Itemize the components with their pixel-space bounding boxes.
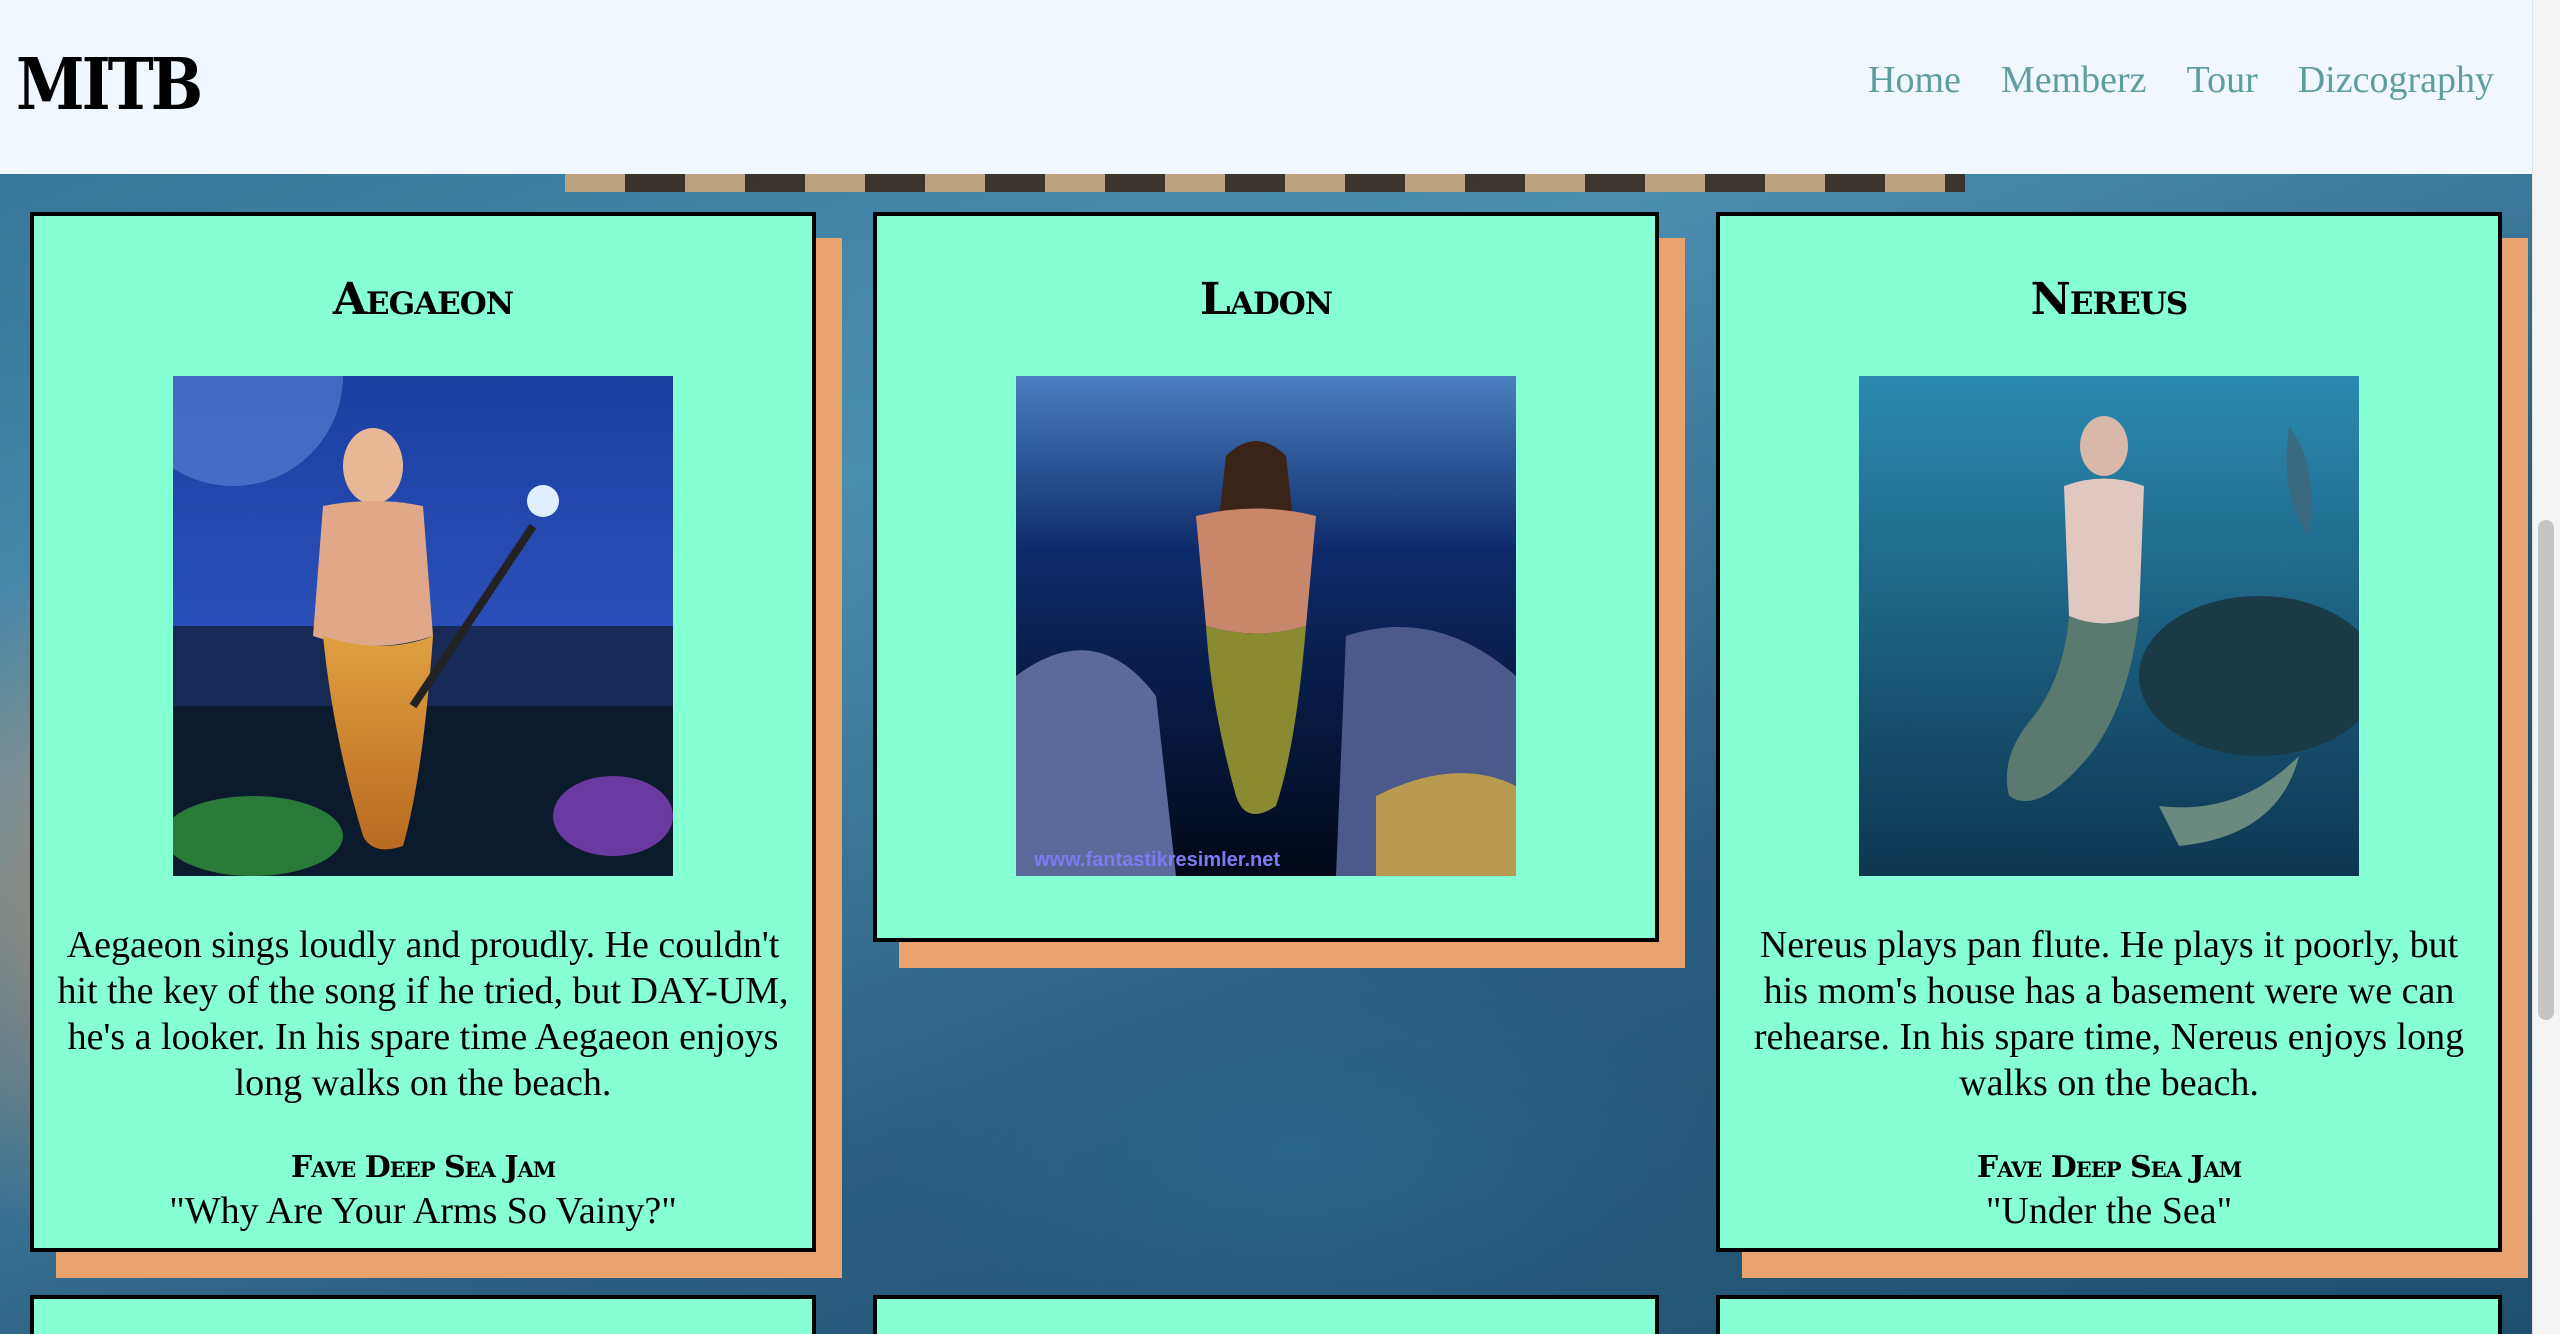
member-photo [1859, 376, 2359, 876]
fave-jam-label: Fave Deep Sea Jam [290, 1150, 556, 1185]
member-card-ladon: Ladon www.fantastikresimler.net [873, 212, 1659, 942]
member-card-partial [1716, 1295, 2502, 1334]
member-card-partial [30, 1295, 816, 1334]
member-name: Ladon [1199, 274, 1333, 325]
member-name: Aegaeon [332, 274, 514, 325]
scrollbar-thumb[interactable] [2538, 520, 2554, 1020]
image-watermark: www.fantastikresimler.net [1034, 849, 1281, 871]
nav-dizcography[interactable]: Dizcography [2298, 58, 2494, 102]
fave-jam-title: "Why Are Your Arms So Vainy?" [169, 1190, 677, 1232]
background-decoration [565, 172, 1965, 192]
site-logo[interactable]: MITB [16, 43, 203, 127]
nav-tour[interactable]: Tour [2187, 58, 2258, 102]
member-card-partial [873, 1295, 1659, 1334]
member-bio: Aegaeon sings loudly and proudly. He cou… [57, 924, 789, 1104]
main-nav: Home Memberz Tour Dizcography [1868, 58, 2494, 102]
member-card-nereus: Nereus Nereus plays pan flute. He plays … [1716, 212, 2502, 1252]
fave-jam-label: Fave Deep Sea Jam [1976, 1150, 2242, 1185]
nav-home[interactable]: Home [1868, 58, 1961, 102]
member-bio: Nereus plays pan flute. He plays it poor… [1753, 924, 2465, 1104]
nav-memberz[interactable]: Memberz [2001, 58, 2147, 102]
member-card-aegaeon: Aegaeon Aegaeon sings loudly and proudly… [30, 212, 816, 1252]
member-name: Nereus [2030, 274, 2189, 325]
site-header: MITB Home Memberz Tour Dizcography [0, 0, 2532, 174]
member-photo [173, 376, 673, 876]
fave-jam-title: "Under the Sea" [1985, 1190, 2233, 1232]
member-photo: www.fantastikresimler.net [1016, 376, 1516, 876]
